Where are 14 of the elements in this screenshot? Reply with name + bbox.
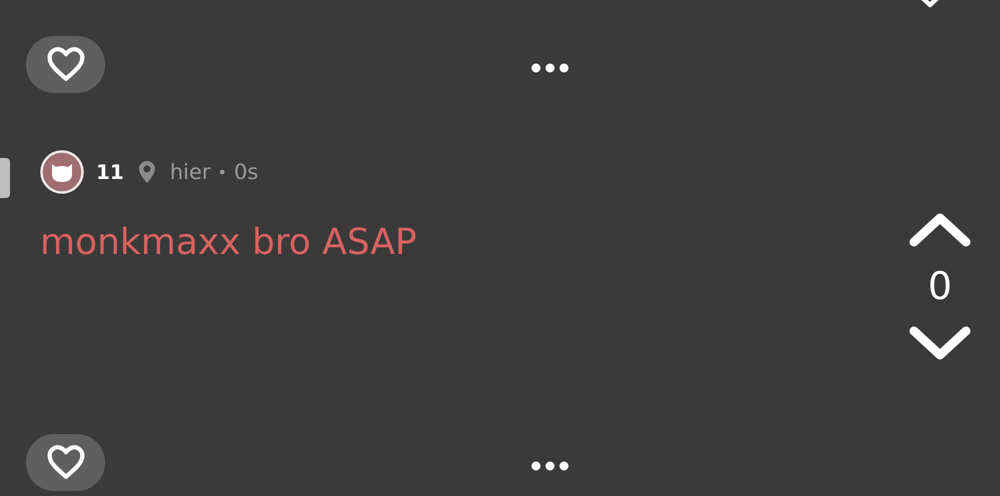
location-pin-icon: [138, 160, 156, 184]
more-icon[interactable]: [530, 63, 568, 73]
location-label: hier: [170, 160, 211, 184]
user-score: 11: [96, 160, 124, 184]
vote-count: 0: [928, 263, 952, 310]
heart-icon: [46, 46, 86, 82]
post-text: monkmaxx bro ASAP: [40, 222, 417, 263]
downvote-icon[interactable]: [908, 325, 972, 362]
avatar-icon: [40, 150, 84, 194]
more-icon[interactable]: [530, 461, 568, 471]
post-time: 0s: [234, 160, 258, 184]
upvote-icon[interactable]: [908, 212, 972, 248]
heart-icon: [46, 444, 86, 480]
separator-dot: •: [218, 162, 227, 182]
